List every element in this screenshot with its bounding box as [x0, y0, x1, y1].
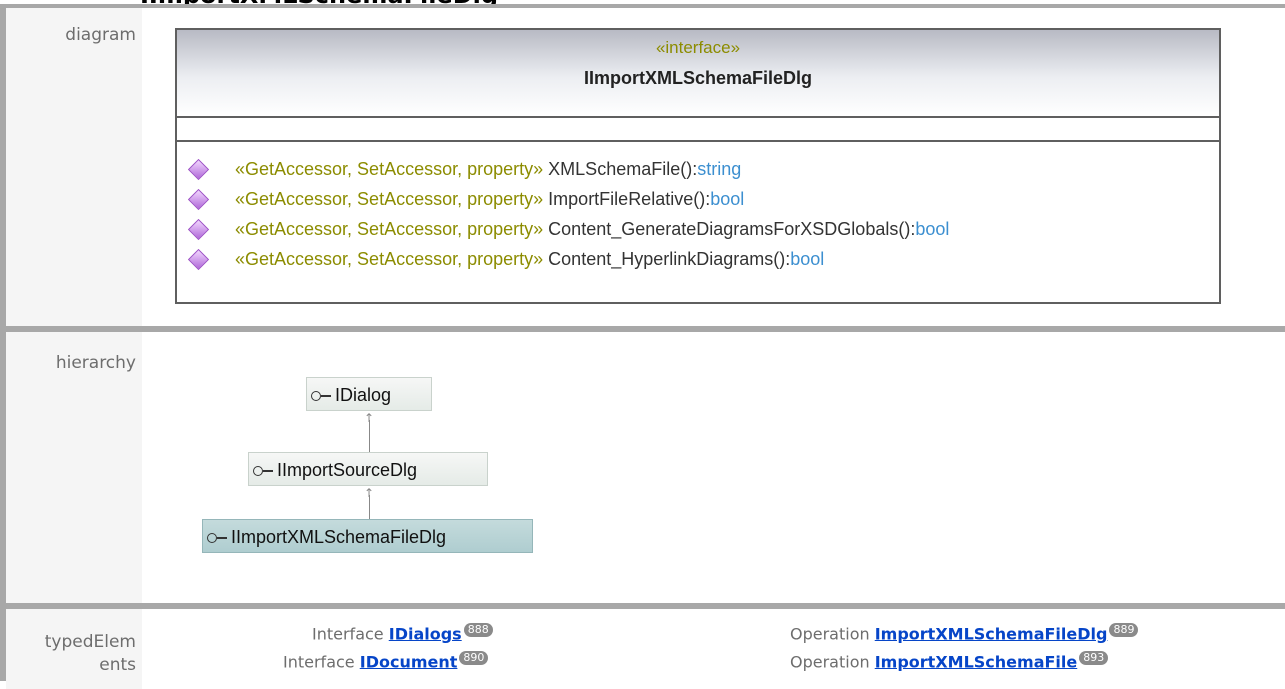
hierarchy-node-idialog[interactable]: IDialog: [306, 377, 432, 411]
operation-name: Content_GenerateDiagramsForXSDGlobals():: [548, 219, 916, 239]
diagram-label: diagram: [65, 25, 136, 45]
typed-element-kind: Interface: [283, 652, 355, 672]
class-name: IImportXMLSchemaFileDlg: [583, 68, 813, 88]
operation-row[interactable]: «GetAccessor, SetAccessor, property» Con…: [177, 244, 1219, 274]
node-label: IImportXMLSchemaFileDlg: [231, 527, 447, 547]
interface-lollipop-icon: [207, 532, 227, 544]
attributes-compartment: [177, 118, 1219, 142]
interface-stereotype: «interface»: [655, 38, 741, 57]
typed-element-kind: Operation: [790, 652, 870, 672]
node-label: IImportSourceDlg: [277, 460, 418, 480]
inheritance-line: [369, 495, 370, 519]
operation-stereotype: «GetAccessor, SetAccessor, property»: [235, 219, 544, 239]
page-badge: 889: [1109, 623, 1139, 637]
operation-name: ImportFileRelative():: [548, 189, 711, 209]
operation-diamond-icon: [187, 158, 210, 181]
operation-diamond-icon: [187, 248, 210, 271]
typed-element-link[interactable]: IDialogs: [389, 624, 462, 643]
typed-element-item: Operation ImportXMLSchemaFile 893: [790, 651, 1109, 672]
operation-row[interactable]: «GetAccessor, SetAccessor, property» Con…: [177, 214, 1219, 244]
operation-type: bool: [790, 249, 825, 269]
typed-element-item: Interface IDocument 890: [283, 651, 489, 672]
operation-diamond-icon: [187, 218, 210, 241]
operation-row[interactable]: «GetAccessor, SetAccessor, property» Imp…: [177, 184, 1219, 214]
operation-type: bool: [710, 189, 745, 209]
inheritance-line: [369, 420, 370, 452]
page-badge: 893: [1079, 651, 1109, 665]
hierarchy-row: hierarchy: [6, 332, 1285, 603]
typed-element-link[interactable]: IDocument: [360, 652, 458, 671]
interface-lollipop-icon: [253, 465, 273, 477]
operation-name: XMLSchemaFile():: [548, 159, 698, 179]
hierarchy-node-current[interactable]: IImportXMLSchemaFileDlg: [202, 519, 533, 553]
operation-stereotype: «GetAccessor, SetAccessor, property»: [235, 249, 544, 269]
operation-stereotype: «GetAccessor, SetAccessor, property»: [235, 159, 544, 179]
operation-row[interactable]: «GetAccessor, SetAccessor, property» XML…: [177, 154, 1219, 184]
operation-type: string: [697, 159, 742, 179]
node-label: IDialog: [335, 385, 392, 405]
typed-element-link[interactable]: ImportXMLSchemaFileDlg: [875, 624, 1108, 643]
typed-elements-label: typedElem ents: [44, 632, 136, 675]
uml-class-header: «interface» IImportXMLSchemaFileDlg: [177, 30, 1219, 118]
typed-elements-row: typedElem ents: [6, 609, 1285, 689]
typed-elements-content: [142, 609, 1285, 689]
hierarchy-label: hierarchy: [55, 353, 136, 373]
typed-element-kind: Interface: [312, 624, 384, 644]
page-badge: 890: [459, 651, 489, 665]
typed-element-item: Operation ImportXMLSchemaFileDlg 889: [790, 623, 1139, 644]
page-badge: 888: [463, 623, 493, 637]
interface-lollipop-icon: [311, 390, 331, 402]
uml-class-box[interactable]: «interface» IImportXMLSchemaFileDlg «Get…: [175, 28, 1221, 304]
operation-stereotype: «GetAccessor, SetAccessor, property»: [235, 189, 544, 209]
typed-element-link[interactable]: ImportXMLSchemaFile: [875, 652, 1078, 671]
operation-name: Content_HyperlinkDiagrams():: [548, 249, 791, 269]
operation-diamond-icon: [187, 188, 210, 211]
typed-element-kind: Operation: [790, 624, 870, 644]
operations-compartment: «GetAccessor, SetAccessor, property» XML…: [177, 142, 1219, 274]
hierarchy-node-iimportsourcedlg[interactable]: IImportSourceDlg: [248, 452, 488, 486]
typed-element-item: Interface IDialogs 888: [312, 623, 493, 643]
operation-type: bool: [915, 219, 950, 239]
